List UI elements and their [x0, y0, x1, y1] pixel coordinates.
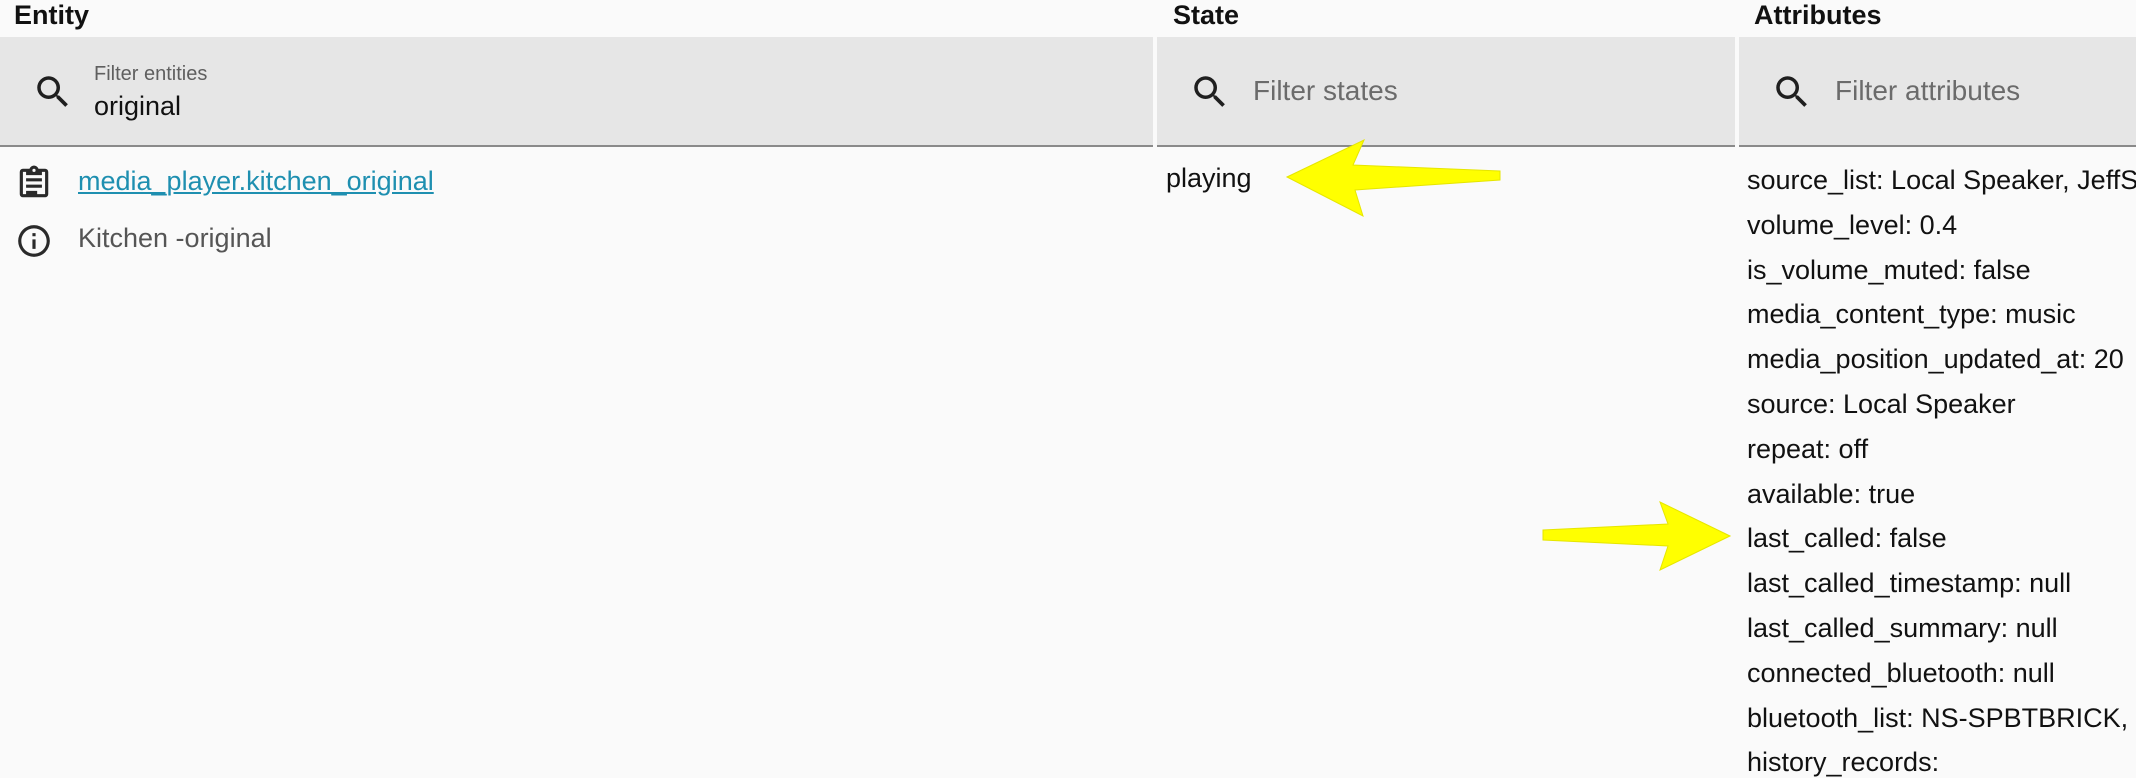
clipboard-icon[interactable] [15, 164, 53, 202]
attribute-item: connected_bluetooth: null [1747, 657, 2055, 688]
filter-entities-field[interactable]: Filter entities original [0, 37, 1153, 147]
annotation-arrow-left [1285, 138, 1501, 217]
attribute-item: history_records: [1747, 747, 1940, 778]
attribute-item: volume_level: 0.4 [1747, 209, 1958, 240]
search-icon [37, 76, 68, 107]
developer-tools-states-page: Entity State Attributes Filter entities … [0, 0, 2136, 778]
entity-state-value: playing [1166, 163, 1252, 193]
attribute-item: available: true [1747, 478, 1916, 509]
attribute-item: bluetooth_list: NS-SPBTBRICK, J [1747, 702, 2136, 733]
entity-friendly-name: Kitchen -original [78, 223, 272, 253]
attribute-item: last_called_summary: null [1747, 612, 2058, 643]
filter-states-input[interactable]: Filter states [1253, 75, 1398, 107]
entity-id-link[interactable]: media_player.kitchen_original [78, 166, 434, 197]
filter-entities-input[interactable]: original [94, 91, 181, 122]
filter-states-field[interactable]: Filter states [1157, 37, 1735, 147]
filter-entities-label: Filter entities [94, 63, 208, 85]
attribute-item: last_called_timestamp: null [1747, 568, 2072, 599]
attribute-item: source: Local Speaker [1747, 388, 2016, 419]
attribute-item: repeat: off [1747, 433, 1869, 464]
attribute-item: is_volume_muted: false [1747, 254, 2031, 285]
info-icon[interactable] [15, 222, 53, 260]
filter-attributes-field[interactable]: Filter attributes [1739, 37, 2136, 147]
state-column-header[interactable]: State [1173, 0, 1239, 30]
entity-column-header[interactable]: Entity [14, 0, 89, 30]
attributes-list: source_list: Local Speaker, JeffS volume… [1747, 158, 2136, 778]
search-icon [1776, 76, 1807, 107]
attribute-item: media_content_type: music [1747, 299, 2076, 330]
attribute-item: source_list: Local Speaker, JeffS [1747, 165, 2136, 195]
attribute-item: last_called: false [1747, 523, 1947, 554]
attribute-item: media_position_updated_at: 20 [1747, 344, 2124, 375]
annotation-arrow-right [1542, 501, 1732, 571]
attributes-column-header[interactable]: Attributes [1754, 0, 1882, 30]
filter-attributes-input[interactable]: Filter attributes [1835, 75, 2020, 107]
search-icon [1194, 76, 1225, 107]
